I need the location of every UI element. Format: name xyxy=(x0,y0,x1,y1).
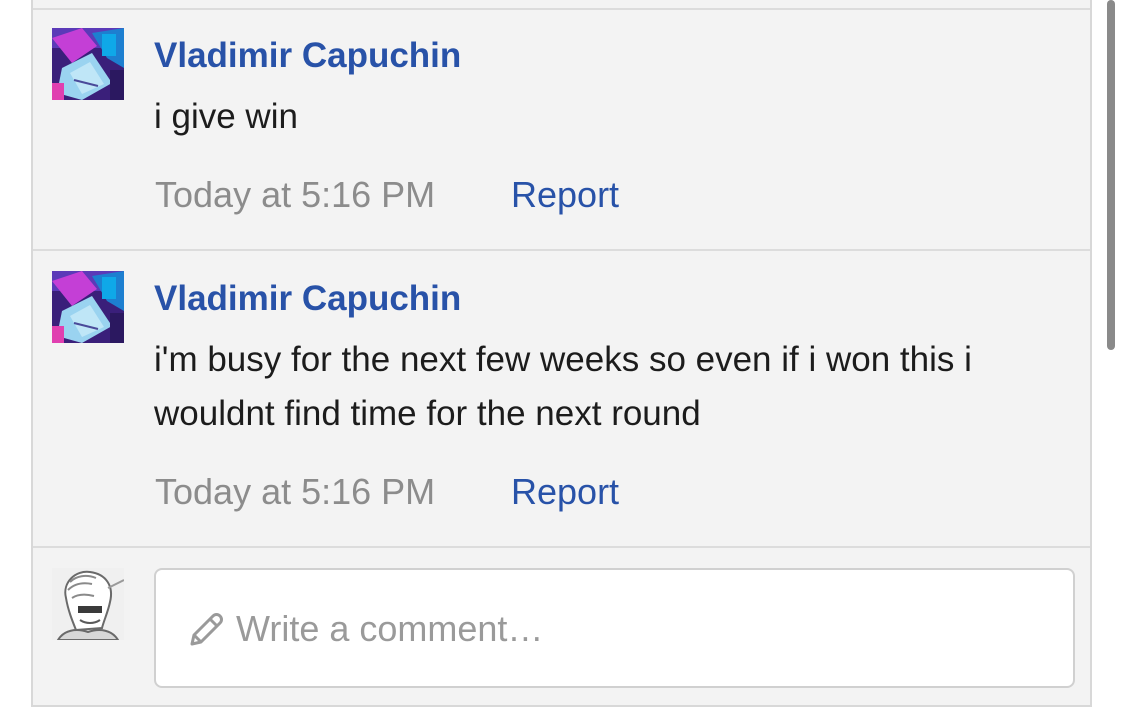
author-avatar-icon[interactable] xyxy=(52,28,124,100)
report-link[interactable]: Report xyxy=(511,471,619,513)
scrollbar[interactable] xyxy=(1107,0,1115,350)
author-name-link[interactable]: Vladimir Capuchin xyxy=(154,279,461,319)
author-avatar-icon[interactable] xyxy=(52,271,124,343)
comment-timestamp: Today at 5:16 PM xyxy=(155,174,436,215)
comment-input[interactable]: Write a comment… xyxy=(154,568,1075,688)
current-user-avatar-icon[interactable] xyxy=(52,568,124,640)
comment-item: Vladimir Capuchin i give win Today at 5:… xyxy=(33,10,1090,251)
comment-text: i'm busy for the next few weeks so even … xyxy=(154,340,972,433)
pencil-icon xyxy=(190,613,223,646)
comment-text: i give win xyxy=(154,97,298,136)
comment-composer: Write a comment… xyxy=(33,550,1090,705)
comment-placeholder: Write a comment… xyxy=(236,608,544,649)
comment-timestamp: Today at 5:16 PM xyxy=(155,471,436,512)
comments-page: Vladimir Capuchin i give win Today at 5:… xyxy=(0,0,1125,717)
author-name-link[interactable]: Vladimir Capuchin xyxy=(154,36,461,76)
comment-item: Vladimir Capuchin i'm busy for the next … xyxy=(33,253,1090,548)
comments-panel: Vladimir Capuchin i give win Today at 5:… xyxy=(31,0,1092,707)
report-link[interactable]: Report xyxy=(511,174,619,216)
